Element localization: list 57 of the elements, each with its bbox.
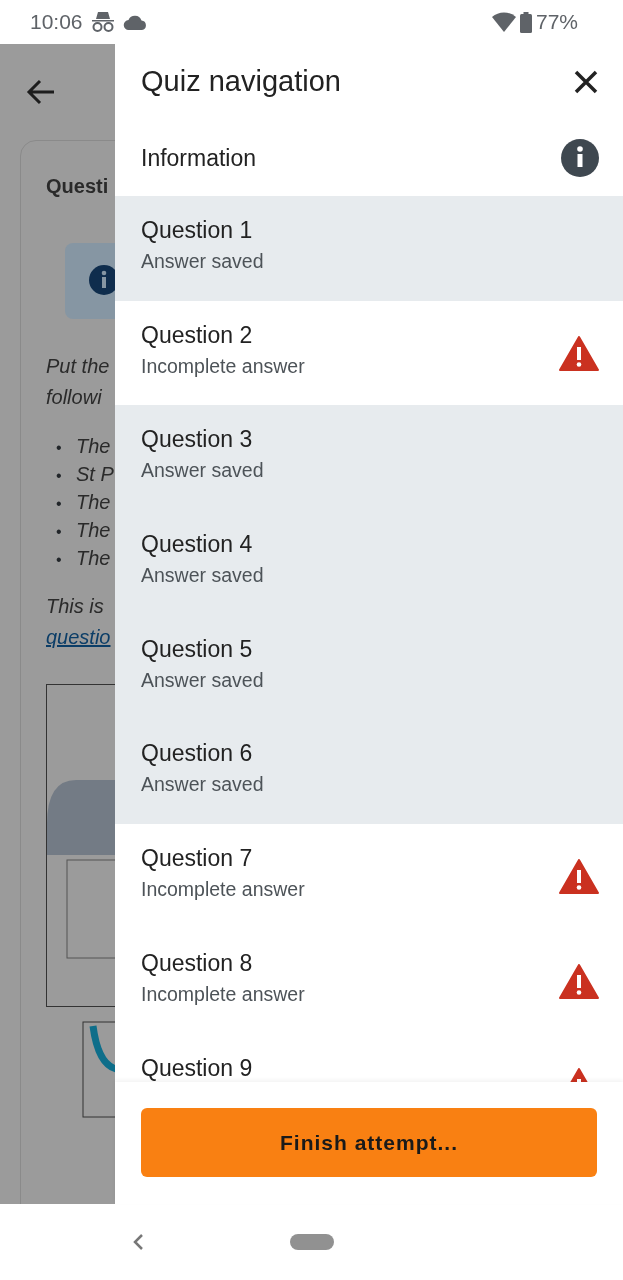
question-status: Incomplete answer bbox=[141, 981, 305, 1007]
question-row[interactable]: Question 5 Answer saved bbox=[115, 614, 623, 720]
back-arrow-icon[interactable] bbox=[26, 79, 56, 105]
drawer-title: Quiz navigation bbox=[141, 64, 341, 100]
question-link[interactable]: questio bbox=[46, 622, 111, 652]
home-handle[interactable] bbox=[290, 1234, 334, 1250]
finish-attempt-button[interactable]: Finish attempt... bbox=[141, 1108, 597, 1177]
battery-level: 77% bbox=[535, 9, 578, 36]
question-title: Question 6 bbox=[141, 739, 254, 769]
warning-icon bbox=[559, 858, 599, 894]
list-item: The bbox=[76, 547, 112, 569]
warning-icon bbox=[559, 963, 599, 999]
question-status: Incomplete answer bbox=[141, 353, 305, 379]
back-icon[interactable] bbox=[132, 1233, 144, 1251]
information-row[interactable]: Information bbox=[115, 120, 623, 196]
bullet-mark: • bbox=[56, 550, 63, 570]
incognito-icon bbox=[90, 11, 115, 33]
list-item: The bbox=[76, 519, 112, 541]
warning-icon bbox=[559, 335, 599, 371]
question-title: Question 8 bbox=[141, 948, 254, 978]
question-title: Question 5 bbox=[141, 634, 254, 664]
bullet-mark: • bbox=[56, 438, 63, 458]
question-status: Answer saved bbox=[141, 667, 264, 693]
note-text: This is bbox=[46, 594, 105, 619]
question-row[interactable]: Question 4 Answer saved bbox=[115, 510, 623, 615]
question-row[interactable]: Question 2 Incomplete answer bbox=[115, 300, 623, 406]
question-row[interactable]: Question 7 Incomplete answer bbox=[115, 824, 623, 929]
battery-icon bbox=[519, 11, 532, 33]
question-status: Answer saved bbox=[141, 249, 264, 274]
bullet-mark: • bbox=[56, 494, 63, 514]
question-row[interactable]: Question 1 Answer saved bbox=[115, 196, 623, 301]
question-row[interactable]: Question 3 Answer saved bbox=[115, 405, 623, 511]
question-title: Question 2 bbox=[141, 320, 254, 350]
cloud-icon bbox=[122, 14, 147, 30]
question-row[interactable]: Question 6 Answer saved bbox=[115, 719, 623, 825]
list-item: St P bbox=[76, 463, 115, 485]
question-title: Question 9 bbox=[141, 1053, 253, 1082]
question-title: Question 4 bbox=[141, 530, 254, 560]
question-row[interactable]: Question 8 Incomplete answer bbox=[115, 928, 623, 1034]
wifi-icon bbox=[491, 12, 516, 32]
question-status: Answer saved bbox=[141, 458, 264, 484]
card-title: Questi bbox=[46, 174, 110, 199]
question-status: Answer saved bbox=[141, 563, 264, 589]
bullet-mark: • bbox=[56, 522, 63, 542]
list-item: The bbox=[76, 435, 112, 457]
question-status: Answer saved bbox=[141, 772, 264, 798]
list-item: The bbox=[76, 491, 112, 513]
question-title: Question 1 bbox=[141, 216, 254, 245]
prompt-text: followi bbox=[46, 385, 103, 410]
bullet-mark: • bbox=[56, 466, 63, 486]
status-time: 10:06 bbox=[30, 9, 83, 36]
prompt-text: Put the bbox=[46, 354, 111, 379]
info-icon bbox=[561, 139, 599, 177]
question-status: Incomplete answer bbox=[141, 877, 305, 903]
close-icon[interactable] bbox=[573, 69, 599, 95]
question-title: Question 7 bbox=[141, 844, 254, 874]
question-title: Question 3 bbox=[141, 425, 254, 455]
